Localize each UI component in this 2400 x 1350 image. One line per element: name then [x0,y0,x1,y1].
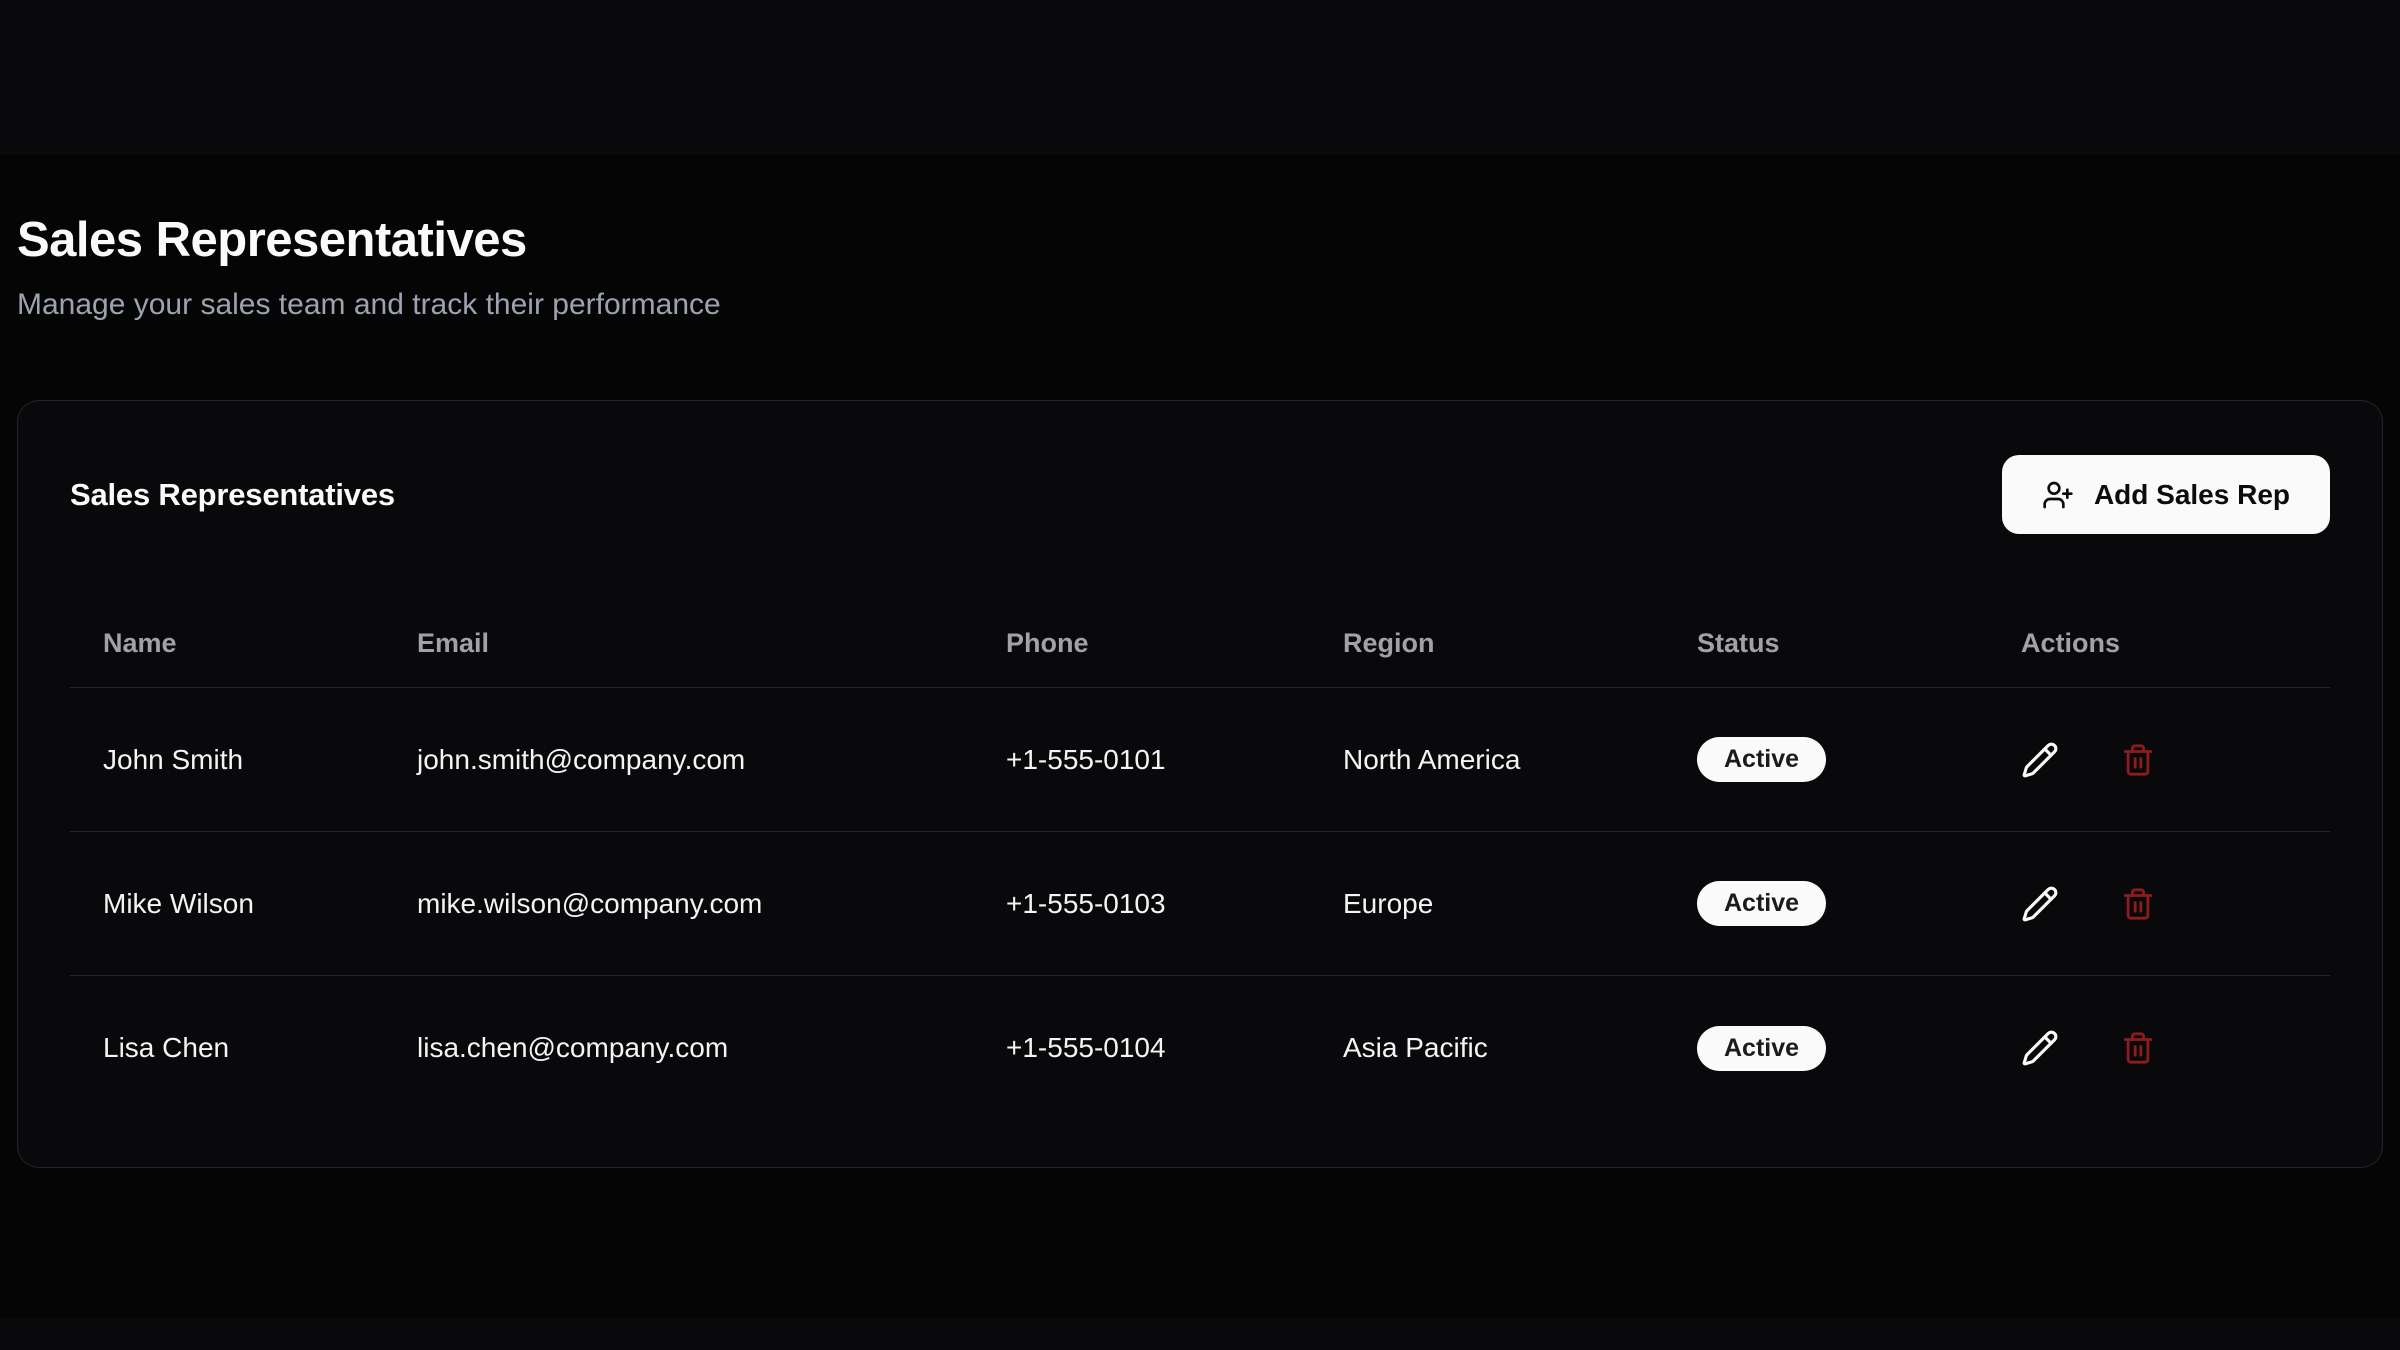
add-sales-rep-button-label: Add Sales Rep [2094,479,2290,511]
table-row: Mike Wilson mike.wilson@company.com +1-5… [70,832,2330,976]
sales-reps-card: Sales Representatives Add Sales Rep Name… [17,400,2383,1168]
cell-region: Europe [1310,888,1664,920]
status-badge: Active [1697,737,1826,782]
column-header-name: Name [70,628,384,659]
table-header-row: Name Email Phone Region Status Actions [70,534,2330,688]
cell-phone: +1-555-0104 [973,1032,1310,1064]
sales-reps-table: Name Email Phone Region Status Actions J… [70,534,2330,1120]
cell-email: lisa.chen@company.com [384,1032,973,1064]
status-badge: Active [1697,881,1826,926]
trash-icon [2121,743,2155,777]
cell-actions [1988,885,2330,923]
edit-button[interactable] [2021,741,2059,779]
delete-button[interactable] [2121,743,2155,777]
cell-phone: +1-555-0103 [973,888,1310,920]
cell-actions [1988,741,2330,779]
cell-region: North America [1310,744,1664,776]
column-header-phone: Phone [973,628,1310,659]
status-badge: Active [1697,1026,1826,1071]
table-row: Lisa Chen lisa.chen@company.com +1-555-0… [70,976,2330,1120]
delete-button[interactable] [2121,887,2155,921]
cell-status: Active [1664,1026,1988,1071]
user-plus-icon [2042,479,2074,511]
page: Sales Representatives Manage your sales … [0,0,2400,1168]
card-header: Sales Representatives Add Sales Rep [70,401,2330,534]
pencil-icon [2021,1029,2059,1067]
edit-button[interactable] [2021,885,2059,923]
column-header-region: Region [1310,628,1664,659]
cell-region: Asia Pacific [1310,1032,1664,1064]
cell-email: mike.wilson@company.com [384,888,973,920]
pencil-icon [2021,885,2059,923]
edit-button[interactable] [2021,1029,2059,1067]
column-header-actions: Actions [1988,628,2330,659]
cell-name: Lisa Chen [70,1032,384,1064]
page-subtitle: Manage your sales team and track their p… [17,286,2383,324]
cell-email: john.smith@company.com [384,744,973,776]
card-title: Sales Representatives [70,477,395,513]
add-sales-rep-button[interactable]: Add Sales Rep [2002,455,2330,534]
cell-actions [1988,1029,2330,1067]
column-header-email: Email [384,628,973,659]
trash-icon [2121,1031,2155,1065]
pencil-icon [2021,741,2059,779]
cell-status: Active [1664,881,1988,926]
cell-status: Active [1664,737,1988,782]
page-title: Sales Representatives [17,210,2383,270]
column-header-status: Status [1664,628,1988,659]
cell-name: Mike Wilson [70,888,384,920]
cell-phone: +1-555-0101 [973,744,1310,776]
cell-name: John Smith [70,744,384,776]
trash-icon [2121,887,2155,921]
delete-button[interactable] [2121,1031,2155,1065]
table-row: John Smith john.smith@company.com +1-555… [70,688,2330,832]
